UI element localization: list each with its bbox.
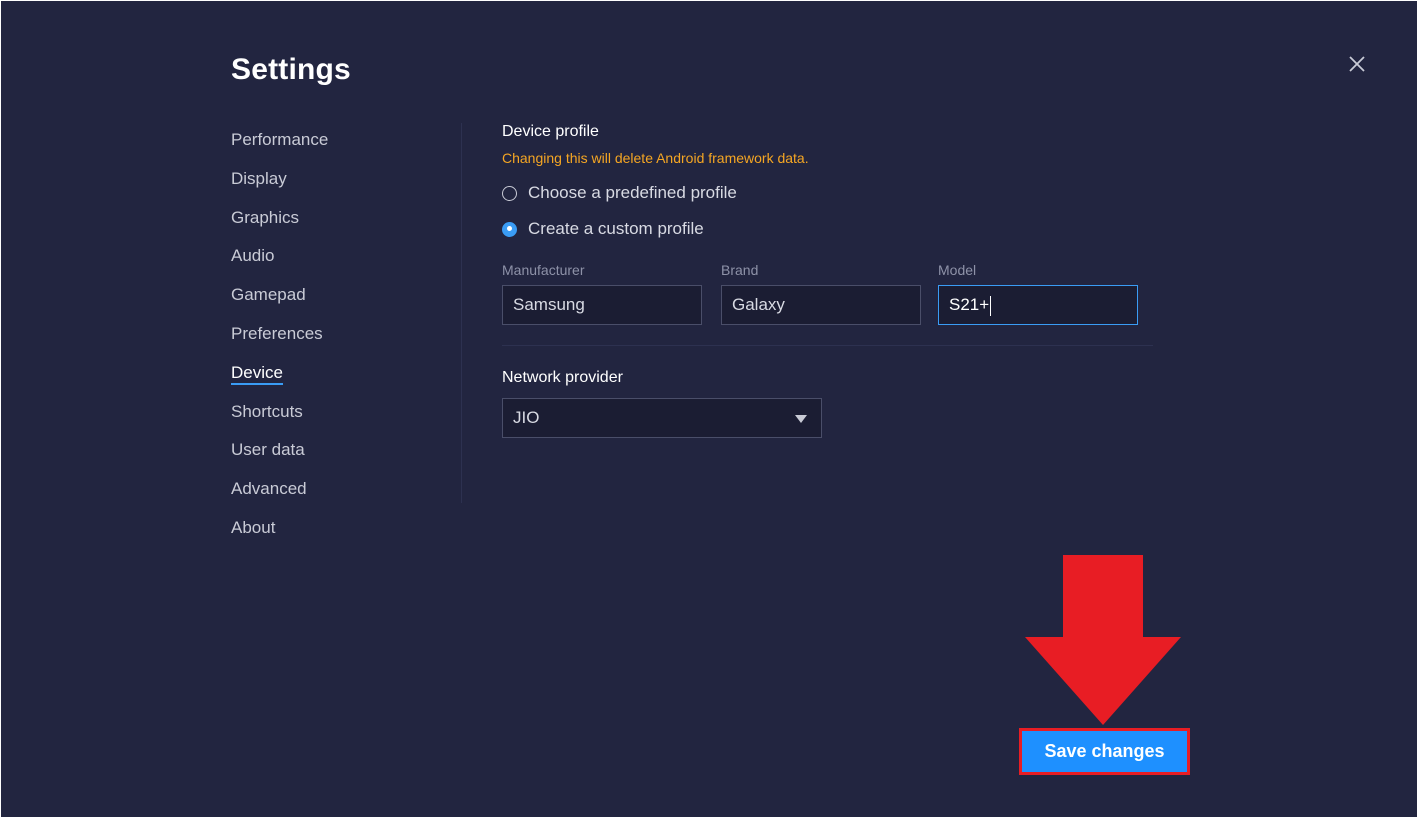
chevron-down-icon [795,415,807,423]
page-title: Settings [231,53,351,86]
network-provider-value: JIO [513,408,540,427]
down-arrow-icon [1025,555,1181,725]
model-input-value: S21+ [949,295,990,314]
nav-item-display[interactable]: Display [231,166,461,205]
nav-item-label: Gamepad [231,285,306,305]
radio-label: Choose a predefined profile [528,183,737,202]
text-caret [990,295,992,316]
nav-item-gamepad[interactable]: Gamepad [231,282,461,321]
network-provider-select[interactable]: JIO [502,398,822,438]
nav-item-shortcuts[interactable]: Shortcuts [231,399,461,438]
nav-item-about[interactable]: About [231,515,461,554]
nav-item-performance[interactable]: Performance [231,127,461,166]
nav-item-label: Graphics [231,207,300,227]
radio-custom-profile[interactable]: Create a custom profile [502,219,704,239]
nav-item-preferences[interactable]: Preferences [231,321,461,360]
nav-item-audio[interactable]: Audio [231,243,461,282]
device-profile-warning: Changing this will delete Android framew… [502,150,809,166]
section-divider [502,345,1153,346]
save-changes-button[interactable]: Save changes [1022,731,1187,772]
nav-item-label: Device [231,362,283,385]
nav-divider [461,123,462,503]
manufacturer-label: Manufacturer [502,262,585,278]
device-profile-title: Device profile [502,123,599,140]
radio-button-checked[interactable] [502,221,517,237]
radio-predefined-profile[interactable]: Choose a predefined profile [502,183,737,203]
brand-label: Brand [721,262,759,278]
nav-item-advanced[interactable]: Advanced [231,476,461,515]
network-provider-label: Network provider [502,369,623,386]
nav-item-label: Preferences [231,323,323,343]
nav-item-user-data[interactable]: User data [231,437,461,476]
close-button[interactable] [1346,53,1368,75]
nav-item-device[interactable]: Device [231,360,461,399]
nav-item-label: Audio [231,246,275,266]
manufacturer-input[interactable]: Samsung [502,285,702,325]
settings-window: Settings Performance Display Graphics Au… [1,1,1417,817]
close-icon [1349,56,1365,72]
nav-item-label: About [231,517,276,537]
nav-item-label: Display [231,168,287,188]
radio-button[interactable] [502,185,517,201]
nav-item-label: User data [231,440,305,460]
model-input[interactable]: S21+ [938,285,1138,325]
settings-nav: Performance Display Graphics Audio Gamep… [231,127,461,554]
brand-input[interactable]: Galaxy [721,285,921,325]
nav-item-label: Advanced [231,479,307,499]
nav-item-graphics[interactable]: Graphics [231,205,461,244]
radio-label: Create a custom profile [528,219,704,238]
nav-item-label: Shortcuts [231,401,303,421]
model-label: Model [938,262,977,278]
nav-item-label: Performance [231,130,329,149]
